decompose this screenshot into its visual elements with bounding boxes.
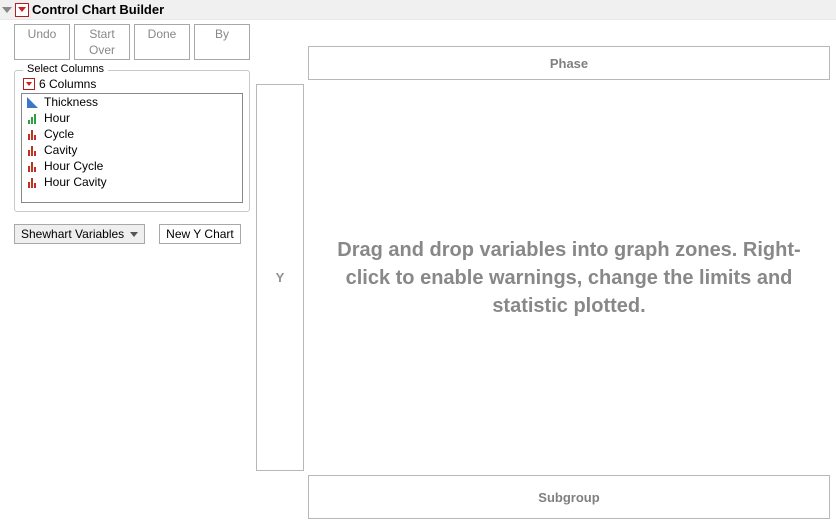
column-name: Cycle [44, 127, 74, 141]
select-columns-legend: Select Columns [23, 63, 108, 75]
control-chart-builder-root: Control Chart Builder Undo Start Over Do… [0, 0, 836, 525]
canvas-hint-text: Drag and drop variables into graph zones… [332, 236, 806, 320]
column-name: Hour Cavity [44, 175, 107, 189]
list-item[interactable]: Thickness [22, 94, 242, 110]
list-item[interactable]: Cycle [22, 126, 242, 142]
new-y-chart-button[interactable]: New Y Chart [159, 224, 241, 244]
ordinal-icon [26, 112, 38, 124]
columns-listbox[interactable]: Thickness Hour Cycle Cavity [21, 93, 243, 203]
graph-canvas[interactable]: Drag and drop variables into graph zones… [308, 84, 830, 471]
column-name: Hour [44, 111, 70, 125]
chart-type-select[interactable]: Shewhart Variables [14, 224, 145, 244]
drop-zones: Phase Y Drag and drop variables into gra… [256, 46, 830, 519]
column-name: Cavity [44, 143, 77, 157]
columns-count-label: 6 Columns [39, 77, 96, 91]
by-button[interactable]: By [194, 24, 250, 60]
nominal-icon [26, 160, 38, 172]
toolbar: Undo Start Over Done By [14, 24, 250, 60]
nominal-icon [26, 128, 38, 140]
continuous-icon [26, 96, 38, 108]
left-panel: Undo Start Over Done By Select Columns 6… [14, 24, 250, 519]
panel-menu-icon[interactable] [15, 3, 29, 17]
titlebar: Control Chart Builder [0, 0, 836, 20]
chevron-down-icon [130, 232, 138, 237]
list-item[interactable]: Cavity [22, 142, 242, 158]
done-button[interactable]: Done [134, 24, 190, 60]
nominal-icon [26, 176, 38, 188]
list-item[interactable]: Hour Cycle [22, 158, 242, 174]
column-name: Hour Cycle [44, 159, 103, 173]
phase-drop-zone[interactable]: Phase [308, 46, 830, 80]
disclosure-triangle-icon[interactable] [2, 7, 12, 13]
below-columns-row: Shewhart Variables New Y Chart [14, 224, 250, 244]
start-over-button[interactable]: Start Over [74, 24, 130, 60]
columns-menu-icon[interactable] [23, 78, 35, 90]
undo-button[interactable]: Undo [14, 24, 70, 60]
list-item[interactable]: Hour Cavity [22, 174, 242, 190]
list-item[interactable]: Hour [22, 110, 242, 126]
nominal-icon [26, 144, 38, 156]
column-name: Thickness [44, 95, 98, 109]
select-columns-fieldset: Select Columns 6 Columns Thickness Hour [14, 70, 250, 212]
chart-type-value: Shewhart Variables [21, 227, 124, 241]
body: Undo Start Over Done By Select Columns 6… [0, 20, 836, 525]
y-drop-zone[interactable]: Y [256, 84, 304, 471]
panel-title: Control Chart Builder [32, 2, 164, 17]
columns-header[interactable]: 6 Columns [21, 77, 243, 91]
subgroup-drop-zone[interactable]: Subgroup [308, 475, 830, 519]
